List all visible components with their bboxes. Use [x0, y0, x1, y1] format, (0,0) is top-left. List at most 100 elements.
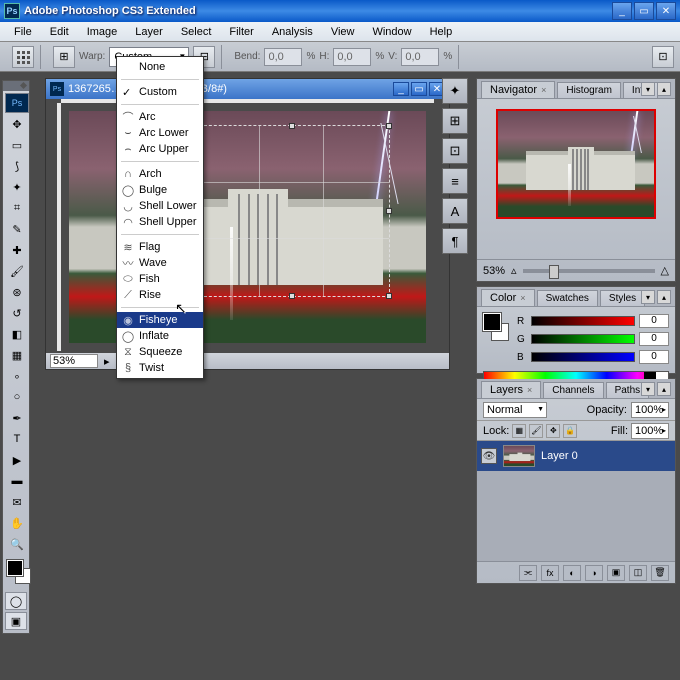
nav-zoom-out-icon[interactable]: ▵	[511, 264, 517, 277]
warp-arch[interactable]: ∩Arch	[117, 166, 203, 182]
link-layers-icon[interactable]: ⫘	[519, 565, 537, 581]
menu-file[interactable]: File	[6, 24, 40, 40]
heal-tool-icon[interactable]: ✚	[5, 240, 29, 260]
type-tool-icon[interactable]: T	[5, 429, 29, 449]
panel-collapse-icon[interactable]: ▴	[657, 82, 671, 96]
bend-input[interactable]: 0,0	[264, 48, 302, 66]
layers-menu-icon[interactable]: ▾	[641, 382, 655, 396]
layer-row[interactable]: 👁 Layer 0	[477, 441, 675, 471]
layer-group-icon[interactable]: ▣	[607, 565, 625, 581]
brush-tool-icon[interactable]: 🖌	[5, 261, 29, 281]
blur-tool-icon[interactable]: ∘	[5, 366, 29, 386]
minimize-button[interactable]: _	[612, 2, 632, 20]
warp-rise[interactable]: ⟋Rise	[117, 287, 203, 303]
color-panel-swatches[interactable]	[483, 313, 509, 341]
h-input[interactable]: 0,0	[333, 48, 371, 66]
new-layer-icon[interactable]: ◫	[629, 565, 647, 581]
v-input[interactable]: 0,0	[401, 48, 439, 66]
dock-layers-comp-icon[interactable]: ≡	[442, 168, 468, 194]
warp-custom[interactable]: Custom	[117, 84, 203, 100]
menu-filter[interactable]: Filter	[221, 24, 261, 40]
warp-arc-upper[interactable]: ⌢Arc Upper	[117, 141, 203, 157]
lock-transparent-icon[interactable]: ▦	[512, 424, 526, 438]
ps-icon[interactable]: Ps	[5, 93, 29, 113]
toolbox-grip[interactable]	[3, 81, 29, 91]
warp-fisheye[interactable]: ◉Fisheye	[117, 312, 203, 328]
color-fg-swatch[interactable]	[483, 313, 501, 331]
dock-tool-presets-icon[interactable]: ⊡	[442, 138, 468, 164]
g-value[interactable]: 0	[639, 332, 669, 346]
dock-brushes-icon[interactable]: ✦	[442, 78, 468, 104]
warp-inflate[interactable]: ◯Inflate	[117, 328, 203, 344]
zoom-tool-icon[interactable]: 🔍	[5, 534, 29, 554]
doc-minimize-icon[interactable]: _	[393, 82, 409, 96]
wand-tool-icon[interactable]: ✦	[5, 177, 29, 197]
delete-layer-icon[interactable]: 🗑	[651, 565, 669, 581]
workspace-toggle-icon[interactable]: ⊡	[652, 46, 674, 68]
doc-maximize-icon[interactable]: ▭	[411, 82, 427, 96]
maximize-button[interactable]: ▭	[634, 2, 654, 20]
dock-clone-icon[interactable]: ⊞	[442, 108, 468, 134]
transform-ref-icon[interactable]	[12, 46, 34, 68]
dock-paragraph-icon[interactable]: ¶	[442, 228, 468, 254]
menu-image[interactable]: Image	[79, 24, 126, 40]
layer-style-icon[interactable]: fx	[541, 565, 559, 581]
warp-arc[interactable]: ⌒Arc	[117, 109, 203, 125]
path-select-icon[interactable]: ▶	[5, 450, 29, 470]
warp-flag[interactable]: ≋Flag	[117, 239, 203, 255]
foreground-swatch[interactable]	[7, 560, 23, 576]
warp-bulge[interactable]: ◯Bulge	[117, 182, 203, 198]
warp-squeeze[interactable]: ⧖Squeeze	[117, 344, 203, 360]
color-menu-icon[interactable]: ▾	[641, 290, 655, 304]
marquee-tool-icon[interactable]: ▭	[5, 135, 29, 155]
menu-view[interactable]: View	[323, 24, 363, 40]
lock-position-icon[interactable]: ✥	[546, 424, 560, 438]
tab-swatches[interactable]: Swatches	[537, 290, 598, 306]
gradient-tool-icon[interactable]: ▦	[5, 345, 29, 365]
b-value[interactable]: 0	[639, 350, 669, 364]
layer-visibility-icon[interactable]: 👁	[481, 448, 497, 464]
zoom-input[interactable]: 53%	[50, 354, 98, 368]
doc-info-arrow[interactable]: ▸	[104, 355, 110, 368]
blend-mode-select[interactable]: Normal	[483, 402, 547, 418]
tab-color[interactable]: Color×	[481, 289, 535, 306]
stamp-tool-icon[interactable]: ⊛	[5, 282, 29, 302]
menu-help[interactable]: Help	[422, 24, 461, 40]
lock-pixels-icon[interactable]: 🖌	[529, 424, 543, 438]
history-brush-icon[interactable]: ↺	[5, 303, 29, 323]
layers-collapse-icon[interactable]: ▴	[657, 382, 671, 396]
tab-styles[interactable]: Styles	[600, 290, 645, 306]
menu-edit[interactable]: Edit	[42, 24, 77, 40]
menu-analysis[interactable]: Analysis	[264, 24, 321, 40]
notes-tool-icon[interactable]: ✉	[5, 492, 29, 512]
layer-mask-icon[interactable]: ◐	[563, 565, 581, 581]
tab-layers[interactable]: Layers×	[481, 381, 541, 398]
lock-all-icon[interactable]: 🔒	[563, 424, 577, 438]
g-slider[interactable]	[531, 334, 635, 344]
warp-fish[interactable]: ⬭Fish	[117, 271, 203, 287]
opacity-input[interactable]: 100%	[631, 402, 669, 418]
document-titlebar[interactable]: Ps 1367265… % (Layer 0, RGB/8#) _ ▭ ✕	[46, 79, 449, 99]
warp-twist[interactable]: §Twist	[117, 360, 203, 376]
eyedropper-tool-icon[interactable]: ✎	[5, 219, 29, 239]
menu-window[interactable]: Window	[364, 24, 419, 40]
close-button[interactable]: ✕	[656, 2, 676, 20]
dock-character-icon[interactable]: A	[442, 198, 468, 224]
tab-histogram[interactable]: Histogram	[557, 82, 621, 98]
navigator-thumbnail[interactable]	[496, 109, 656, 219]
transform-bounding-box[interactable]	[194, 125, 390, 297]
move-tool-icon[interactable]: ✥	[5, 114, 29, 134]
fill-input[interactable]: 100%	[631, 423, 669, 439]
layer-thumbnail[interactable]	[503, 445, 535, 467]
tab-channels[interactable]: Channels	[543, 382, 603, 398]
warp-shell-upper[interactable]: ◠Shell Upper	[117, 214, 203, 230]
menu-select[interactable]: Select	[173, 24, 220, 40]
warp-between-icon[interactable]: ⊞	[53, 46, 75, 68]
color-collapse-icon[interactable]: ▴	[657, 290, 671, 304]
warp-shell-lower[interactable]: ◡Shell Lower	[117, 198, 203, 214]
menu-layer[interactable]: Layer	[127, 24, 171, 40]
eraser-tool-icon[interactable]: ◧	[5, 324, 29, 344]
r-value[interactable]: 0	[639, 314, 669, 328]
panel-menu-icon[interactable]: ▾	[641, 82, 655, 96]
hand-tool-icon[interactable]: ✋	[5, 513, 29, 533]
